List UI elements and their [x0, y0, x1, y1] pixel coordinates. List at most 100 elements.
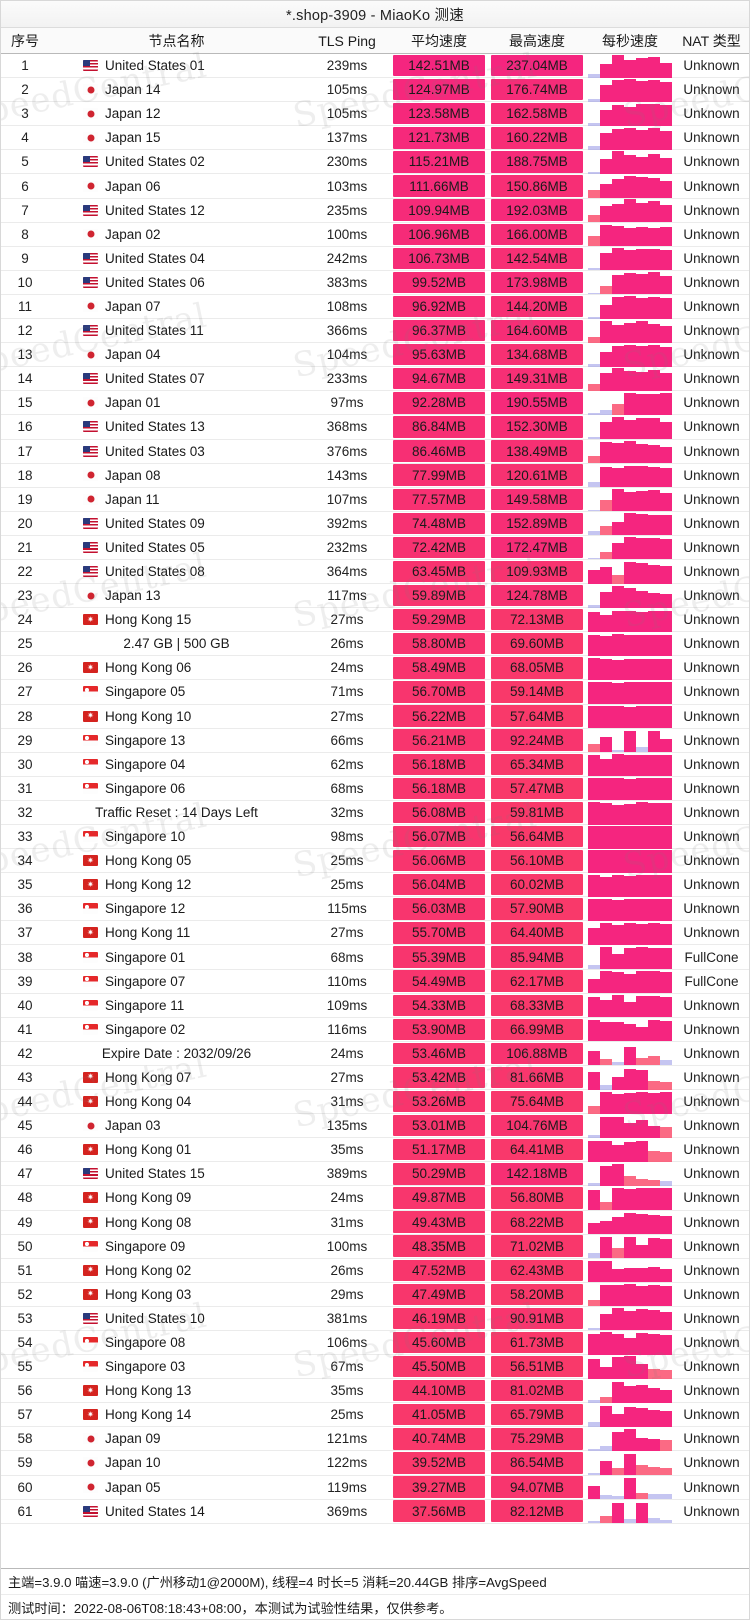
- table-row[interactable]: 48 Hong Kong 09 24ms 49.87MB 56.80MB Unknown: [1, 1186, 749, 1211]
- node-name-cell[interactable]: United States 09: [49, 512, 304, 535]
- node-name-cell[interactable]: Singapore 12: [49, 897, 304, 920]
- node-name-cell[interactable]: Hong Kong 10: [49, 705, 304, 728]
- node-name-cell[interactable]: Hong Kong 01: [49, 1138, 304, 1161]
- table-row[interactable]: 5 United States 02 230ms 115.21MB 188.75MB Un…: [1, 150, 749, 175]
- table-row[interactable]: 3 Japan 12 105ms 123.58MB 162.58MB Unknown: [1, 102, 749, 127]
- node-name-cell[interactable]: Japan 02: [49, 223, 304, 246]
- node-name-cell[interactable]: Singapore 08: [49, 1331, 304, 1354]
- table-row[interactable]: 47 United States 15 389ms 50.29MB 142.18MB Un…: [1, 1162, 749, 1187]
- node-name-cell[interactable]: Japan 08: [49, 464, 304, 487]
- node-name-cell[interactable]: Japan 05: [49, 1476, 304, 1499]
- node-name-cell[interactable]: Hong Kong 04: [49, 1090, 304, 1113]
- node-name-cell[interactable]: Singapore 07: [49, 970, 304, 993]
- table-row[interactable]: 24 Hong Kong 15 27ms 59.29MB 72.13MB Unknown: [1, 608, 749, 633]
- node-name-cell[interactable]: United States 15: [49, 1162, 304, 1185]
- table-row[interactable]: 15 Japan 01 97ms 92.28MB 190.55MB Unknown: [1, 391, 749, 416]
- table-row[interactable]: 30 Singapore 04 62ms 56.18MB 65.34MB Unknown: [1, 753, 749, 777]
- table-row[interactable]: 42 Expire Date : 2032/09/26 24ms 53.46MB 106…: [1, 1042, 749, 1066]
- node-name-cell[interactable]: Japan 15: [49, 126, 304, 149]
- table-row[interactable]: 53 United States 10 381ms 46.19MB 90.91MB Unk…: [1, 1307, 749, 1331]
- table-row[interactable]: 38 Singapore 01 68ms 55.39MB 85.94MB FullCone: [1, 945, 749, 970]
- table-row[interactable]: 11 Japan 07 108ms 96.92MB 144.20MB Unknown: [1, 295, 749, 320]
- table-row[interactable]: 16 United States 13 368ms 86.84MB 152.30MB Un…: [1, 415, 749, 440]
- node-name-cell[interactable]: Japan 10: [49, 1451, 304, 1474]
- table-row[interactable]: 20 United States 09 392ms 74.48MB 152.89MB Un…: [1, 512, 749, 536]
- node-name-cell[interactable]: Hong Kong 09: [49, 1186, 304, 1209]
- table-row[interactable]: 4 Japan 15 137ms 121.73MB 160.22MB Unknown: [1, 126, 749, 151]
- table-row[interactable]: 58 Japan 09 121ms 40.74MB 75.29MB Unknown: [1, 1427, 749, 1452]
- table-row[interactable]: 1 United States 01 239ms 142.51MB 237.04MB Un…: [1, 54, 749, 79]
- node-name-cell[interactable]: Japan 04: [49, 343, 304, 366]
- node-name-cell[interactable]: 2.47 GB | 500 GB: [49, 632, 304, 655]
- node-name-cell[interactable]: United States 01: [49, 54, 304, 77]
- table-row[interactable]: 52 Hong Kong 03 29ms 47.49MB 58.20MB Unknown: [1, 1283, 749, 1307]
- node-name-cell[interactable]: Hong Kong 11: [49, 921, 304, 944]
- node-name-cell[interactable]: United States 10: [49, 1307, 304, 1330]
- table-row[interactable]: 31 Singapore 06 68ms 56.18MB 57.47MB Unknown: [1, 777, 749, 801]
- node-name-cell[interactable]: Singapore 11: [49, 994, 304, 1017]
- table-row[interactable]: 60 Japan 05 119ms 39.27MB 94.07MB Unknown: [1, 1476, 749, 1500]
- node-name-cell[interactable]: Hong Kong 07: [49, 1066, 304, 1089]
- table-row[interactable]: 22 United States 08 364ms 63.45MB 109.93MB Un…: [1, 560, 749, 585]
- table-row[interactable]: 26 Hong Kong 06 24ms 58.49MB 68.05MB Unknown: [1, 656, 749, 681]
- table-row[interactable]: 46 Hong Kong 01 35ms 51.17MB 64.41MB Unknown: [1, 1138, 749, 1163]
- table-row[interactable]: 40 Singapore 11 109ms 54.33MB 68.33MB Unknown: [1, 994, 749, 1018]
- node-name-cell[interactable]: United States 08: [49, 560, 304, 583]
- node-name-cell[interactable]: Hong Kong 03: [49, 1283, 304, 1306]
- node-name-cell[interactable]: Hong Kong 15: [49, 608, 304, 631]
- table-row[interactable]: 44 Hong Kong 04 31ms 53.26MB 75.64MB Unknown: [1, 1090, 749, 1115]
- table-row[interactable]: 43 Hong Kong 07 27ms 53.42MB 81.66MB Unknown: [1, 1066, 749, 1091]
- node-name-cell[interactable]: United States 13: [49, 415, 304, 438]
- table-row[interactable]: 10 United States 06 383ms 99.52MB 173.98MB Un…: [1, 271, 749, 295]
- node-name-cell[interactable]: Hong Kong 12: [49, 873, 304, 896]
- column-header-avg-speed[interactable]: 平均速度: [390, 31, 488, 51]
- table-row[interactable]: 61 United States 14 369ms 37.56MB 82.12MB Unk…: [1, 1500, 749, 1524]
- node-name-cell[interactable]: Expire Date : 2032/09/26: [49, 1042, 304, 1065]
- table-row[interactable]: 45 Japan 03 135ms 53.01MB 104.76MB Unknown: [1, 1114, 749, 1139]
- table-row[interactable]: 14 United States 07 233ms 94.67MB 149.31MB Un…: [1, 367, 749, 392]
- node-name-cell[interactable]: United States 02: [49, 150, 304, 173]
- node-name-cell[interactable]: Singapore 04: [49, 753, 304, 776]
- table-row[interactable]: 18 Japan 08 143ms 77.99MB 120.61MB Unknown: [1, 464, 749, 488]
- node-name-cell[interactable]: Hong Kong 13: [49, 1379, 304, 1402]
- table-row[interactable]: 25 2.47 GB | 500 GB 26ms 58.80MB 69.60MB Unkn…: [1, 632, 749, 657]
- node-name-cell[interactable]: Traffic Reset : 14 Days Left: [49, 801, 304, 824]
- column-header-tls-ping[interactable]: TLS Ping: [304, 33, 390, 49]
- table-row[interactable]: 29 Singapore 13 66ms 56.21MB 92.24MB Unknown: [1, 729, 749, 753]
- table-row[interactable]: 28 Hong Kong 10 27ms 56.22MB 57.64MB Unknown: [1, 705, 749, 729]
- node-name-cell[interactable]: Japan 09: [49, 1427, 304, 1450]
- node-name-cell[interactable]: Singapore 10: [49, 825, 304, 848]
- node-name-cell[interactable]: Hong Kong 08: [49, 1211, 304, 1234]
- node-name-cell[interactable]: Japan 07: [49, 295, 304, 318]
- table-row[interactable]: 56 Hong Kong 13 35ms 44.10MB 81.02MB Unknown: [1, 1379, 749, 1404]
- node-name-cell[interactable]: Singapore 03: [49, 1355, 304, 1378]
- table-row[interactable]: 27 Singapore 05 71ms 56.70MB 59.14MB Unknown: [1, 680, 749, 705]
- table-row[interactable]: 13 Japan 04 104ms 95.63MB 134.68MB Unknown: [1, 343, 749, 368]
- node-name-cell[interactable]: Japan 01: [49, 391, 304, 414]
- table-row[interactable]: 19 Japan 11 107ms 77.57MB 149.58MB Unknown: [1, 488, 749, 512]
- table-row[interactable]: 17 United States 03 376ms 86.46MB 138.49MB Un…: [1, 440, 749, 464]
- node-name-cell[interactable]: Hong Kong 02: [49, 1259, 304, 1282]
- table-row[interactable]: 50 Singapore 09 100ms 48.35MB 71.02MB Unknown: [1, 1235, 749, 1259]
- node-name-cell[interactable]: Singapore 01: [49, 945, 304, 968]
- node-name-cell[interactable]: Singapore 02: [49, 1018, 304, 1041]
- column-header-per-second-speed[interactable]: 每秒速度: [586, 31, 674, 51]
- table-row[interactable]: 21 United States 05 232ms 72.42MB 172.47MB Un…: [1, 536, 749, 560]
- table-row[interactable]: 36 Singapore 12 115ms 56.03MB 57.90MB Unknown: [1, 897, 749, 922]
- node-name-cell[interactable]: Japan 14: [49, 78, 304, 101]
- node-name-cell[interactable]: United States 14: [49, 1500, 304, 1523]
- table-row[interactable]: 49 Hong Kong 08 31ms 49.43MB 68.22MB Unknown: [1, 1211, 749, 1235]
- column-header-nat-type[interactable]: NAT 类型: [674, 31, 749, 51]
- table-row[interactable]: 55 Singapore 03 67ms 45.50MB 56.51MB Unknown: [1, 1355, 749, 1380]
- table-row[interactable]: 37 Hong Kong 11 27ms 55.70MB 64.40MB Unknown: [1, 921, 749, 946]
- node-name-cell[interactable]: Japan 11: [49, 488, 304, 511]
- table-row[interactable]: 32 Traffic Reset : 14 Days Left 32ms 56.08M…: [1, 801, 749, 825]
- table-row[interactable]: 51 Hong Kong 02 26ms 47.52MB 62.43MB Unknown: [1, 1259, 749, 1283]
- node-name-cell[interactable]: Singapore 05: [49, 680, 304, 703]
- table-row[interactable]: 6 Japan 06 103ms 111.66MB 150.86MB Unknown: [1, 174, 749, 199]
- node-name-cell[interactable]: United States 11: [49, 319, 304, 342]
- table-row[interactable]: 12 United States 11 366ms 96.37MB 164.60MB Un…: [1, 319, 749, 344]
- node-name-cell[interactable]: Hong Kong 05: [49, 849, 304, 872]
- table-row[interactable]: 41 Singapore 02 116ms 53.90MB 66.99MB Unknown: [1, 1018, 749, 1042]
- node-name-cell[interactable]: Japan 03: [49, 1114, 304, 1137]
